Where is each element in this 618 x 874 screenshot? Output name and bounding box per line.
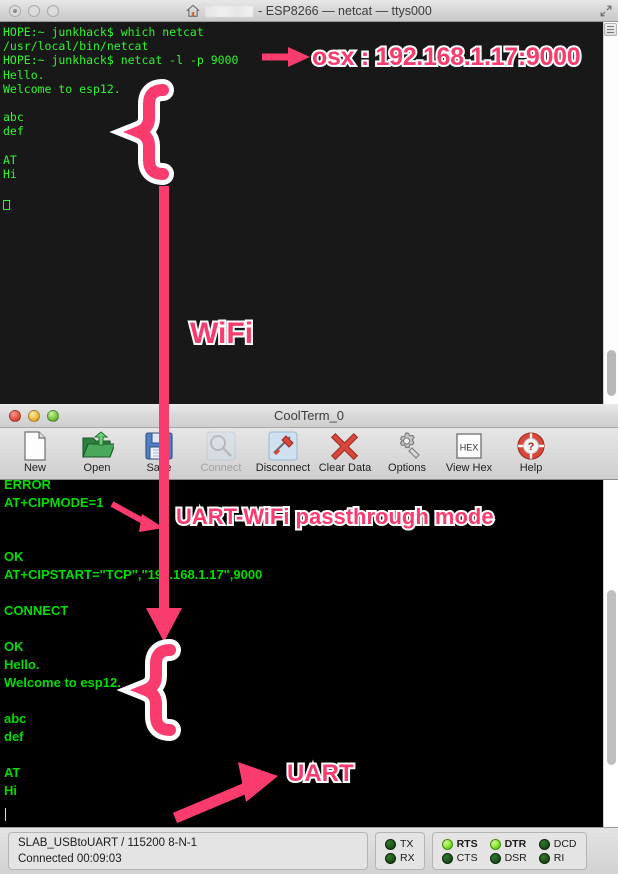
dcd-label: DCD <box>553 838 577 850</box>
dsr-led-icon <box>489 852 501 864</box>
port-settings-text: SLAB_USBtoUART / 115200 8-N-1 <box>18 837 197 849</box>
dsr-label: DSR <box>504 852 527 864</box>
options-button-label: Options <box>388 462 426 474</box>
connection-info-box: SLAB_USBtoUART / 115200 8-N-1 Connected … <box>8 832 368 870</box>
tx-rx-led-group: TX RX <box>375 832 425 870</box>
terminal-cursor <box>3 196 10 214</box>
led-dcd: DCD <box>538 838 577 850</box>
terminal-body[interactable]: HOPE:~ junkhack$ which netcat /usr/local… <box>0 22 618 404</box>
minimize-button[interactable] <box>28 409 40 422</box>
dtr-led-icon <box>489 838 501 850</box>
close-dot[interactable] <box>9 4 21 17</box>
connection-status-text: Connected 00:09:03 <box>18 853 122 865</box>
gear-wrench-icon <box>399 432 420 459</box>
zoom-button[interactable] <box>47 409 59 422</box>
coolterm-caret <box>5 806 6 824</box>
led-dsr: DSR <box>489 852 527 864</box>
led-rx: RX <box>385 852 415 864</box>
open-button-label: Open <box>83 462 111 474</box>
clear-data-button[interactable]: Clear Data <box>316 428 374 474</box>
open-button[interactable]: Open <box>68 428 126 474</box>
rts-label: RTS <box>456 838 478 850</box>
tx-label: TX <box>400 838 414 850</box>
coolterm-status-bar: SLAB_USBtoUART / 115200 8-N-1 Connected … <box>0 827 618 874</box>
terminal-titlebar[interactable]: - ESP8266 — netcat — ttys000 <box>0 0 618 22</box>
terminal-window: - ESP8266 — netcat — ttys000 HOPE:~ junk… <box>0 0 618 404</box>
coolterm-body[interactable]: ERROR AT+CIPMODE=1 OK AT+CIPSTART="TCP",… <box>0 480 618 835</box>
disconnect-button[interactable]: Disconnect <box>254 428 312 474</box>
terminal-output: HOPE:~ junkhack$ which netcat /usr/local… <box>3 25 239 182</box>
open-folder-icon <box>82 431 114 458</box>
red-x-icon <box>330 432 359 461</box>
coolterm-title: CoolTerm_0 <box>273 407 345 423</box>
options-button[interactable]: Options <box>378 428 436 474</box>
view-hex-button[interactable]: HEX View Hex <box>440 428 498 474</box>
disconnect-icon <box>268 431 298 461</box>
fullscreen-icon[interactable] <box>599 4 613 18</box>
terminal-traffic-lights[interactable] <box>9 4 59 17</box>
ri-label: RI <box>553 852 565 864</box>
tx-led-icon <box>385 838 396 850</box>
rx-label: RX <box>400 852 415 864</box>
coolterm-scrollbar-thumb[interactable] <box>607 590 616 765</box>
led-ri: RI <box>538 852 577 864</box>
coolterm-traffic-lights[interactable] <box>9 409 59 422</box>
rx-led-icon <box>385 852 396 864</box>
connect-button[interactable]: Connect <box>192 428 250 474</box>
new-button[interactable]: New <box>6 428 64 474</box>
coolterm-toolbar[interactable]: New Open Save Connect Disconnect Clear D… <box>0 428 618 480</box>
terminal-title-text: - ESP8266 — netcat — ttys000 <box>258 4 432 18</box>
view-hex-button-label: View Hex <box>445 462 493 474</box>
cts-led-icon <box>441 852 453 864</box>
terminal-scrollbar-thumb[interactable] <box>607 350 616 396</box>
ri-led-icon <box>538 852 550 864</box>
floppy-disk-icon <box>145 432 173 460</box>
coolterm-output: ERROR AT+CIPMODE=1 OK AT+CIPSTART="TCP",… <box>4 480 263 798</box>
coolterm-scrollbar[interactable] <box>603 480 618 835</box>
terminal-scrollbar[interactable] <box>603 22 618 404</box>
clear-data-button-label: Clear Data <box>318 462 372 474</box>
led-tx: TX <box>385 838 415 850</box>
close-button[interactable] <box>9 409 21 422</box>
svg-text:HEX: HEX <box>460 443 479 453</box>
terminal-scroll-cap-icon[interactable] <box>604 23 617 36</box>
connect-button-label: Connect <box>200 462 242 474</box>
save-button[interactable]: Save <box>130 428 188 474</box>
help-button[interactable]: ? Help <box>502 428 560 474</box>
screenshot-root: - ESP8266 — netcat — ttys000 HOPE:~ junk… <box>0 0 618 874</box>
rts-led-icon <box>441 838 453 850</box>
help-button-label: Help <box>519 462 543 474</box>
terminal-title: - ESP8266 — netcat — ttys000 <box>0 0 618 22</box>
led-dtr: DTR <box>489 838 527 850</box>
new-button-label: New <box>23 462 46 474</box>
dcd-led-icon <box>538 838 550 850</box>
cts-label: CTS <box>456 852 478 864</box>
minimize-dot[interactable] <box>28 4 40 17</box>
hex-icon: HEX <box>456 433 482 459</box>
led-rts: RTS <box>441 838 478 850</box>
save-button-label: Save <box>146 462 172 474</box>
disconnect-button-label: Disconnect <box>255 462 311 474</box>
home-icon <box>186 4 201 17</box>
connect-plug-icon <box>206 431 236 461</box>
zoom-dot[interactable] <box>47 4 59 17</box>
led-cts: CTS <box>441 852 478 864</box>
coolterm-window: CoolTerm_0 New Open Save Connect Disconn… <box>0 404 618 874</box>
dtr-label: DTR <box>504 838 527 850</box>
life-ring-help-icon: ? <box>517 432 545 460</box>
modem-led-group: RTS CTS DTR DSR DCD RI <box>431 832 587 870</box>
coolterm-titlebar[interactable]: CoolTerm_0 <box>0 404 618 428</box>
svg-text:?: ? <box>528 441 535 453</box>
redacted-hostname <box>205 5 254 17</box>
new-document-icon <box>24 431 46 461</box>
